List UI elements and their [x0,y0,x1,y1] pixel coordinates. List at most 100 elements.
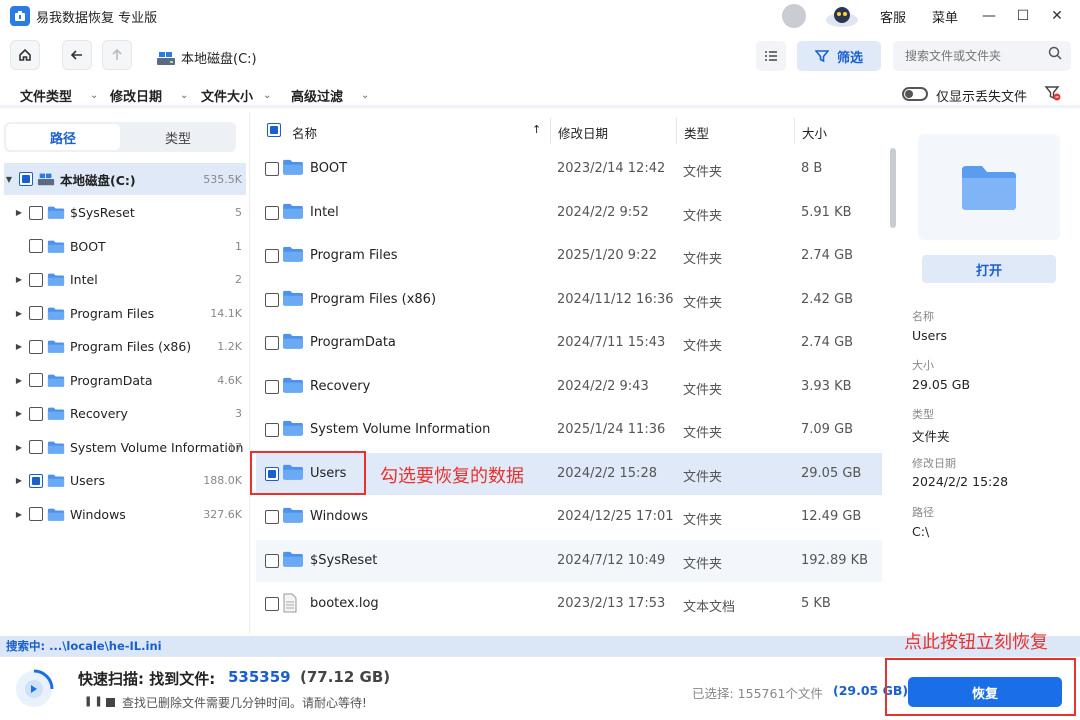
row-checkbox[interactable] [265,379,279,394]
tree-item[interactable]: ▶ $SysReset 5 [4,197,246,229]
tab-path[interactable]: 路径 [6,124,120,150]
row-date: 2023/2/14 12:42 [557,161,666,176]
detail-type-value: 文件夹 [912,429,950,444]
tree-item[interactable]: ▶ Users 188.0K [4,465,246,497]
tree-item[interactable]: ▶ Recovery 3 [4,398,246,430]
tree-item[interactable]: ▶ Program Files (x86) 1.2K [4,331,246,363]
table-row[interactable]: Program Files 2025/1/20 9:22 文件夹 2.74 GB [256,235,882,277]
mascot-icon[interactable] [822,4,862,28]
row-type: 文件夹 [683,382,723,398]
table-row[interactable]: Program Files (x86) 2024/11/12 16:36 文件夹… [256,279,882,321]
table-row[interactable]: $SysReset 2024/7/12 10:49 文件夹 192.89 KB [256,539,882,582]
search-icon[interactable] [1048,46,1062,60]
caret-right-icon[interactable]: ▶ [14,342,24,351]
tree-item[interactable]: ▶ Program Files 14.1K [4,297,246,329]
tree-item[interactable]: ▶ System Volume Information 17 [4,431,246,463]
row-checkbox[interactable] [265,336,279,350]
row-checkbox[interactable] [265,423,279,437]
home-button[interactable] [10,40,40,70]
tree-checkbox[interactable] [29,205,43,220]
row-icon [282,593,298,617]
stop-icon[interactable] [106,698,115,707]
tree-checkbox[interactable] [29,373,43,387]
filter-advanced[interactable]: 高级过滤 ⌄ [291,86,369,105]
tree-item[interactable]: ▶ Windows 327.6K [4,498,246,530]
breadcrumb[interactable]: 本地磁盘(C:) [156,48,257,67]
row-date: 2025/1/24 11:36 [557,422,666,437]
detail-name-value: Users [912,328,948,343]
pause-icon[interactable]: ❚❚ [84,696,105,707]
minimize-icon[interactable]: — [972,0,1006,32]
folder-icon [283,203,303,219]
tree-checkbox[interactable] [19,172,33,186]
table-row[interactable]: bootex.log 2023/2/13 17:53 文本文档 5 KB [256,583,882,625]
table-row[interactable]: BOOT 2023/2/14 12:42 文件夹 8 B [256,148,882,190]
tree-item[interactable]: ▶ ProgramData 4.6K [4,364,246,396]
caret-right-icon[interactable]: ▶ [14,476,24,485]
row-checkbox[interactable] [265,162,279,176]
tree-item[interactable]: ▼ 本地磁盘(C:) 535.5K [4,163,246,195]
tree-checkbox[interactable] [29,507,43,521]
table-row[interactable]: Recovery 2024/2/2 9:43 文件夹 3.93 KB [256,366,882,408]
tree-checkbox[interactable] [29,339,43,354]
view-mode-button[interactable] [756,41,786,71]
caret-right-icon[interactable]: ▶ [14,443,24,452]
caret-right-icon[interactable]: ▶ [14,309,24,318]
tree-item[interactable]: BOOT 1 [4,230,246,262]
search-input[interactable] [893,41,1071,71]
tab-type[interactable]: 类型 [122,124,234,150]
caret-right-icon[interactable]: ▶ [14,510,24,519]
list-scrollbar[interactable] [890,148,896,228]
table-row[interactable]: System Volume Information 2025/1/24 11:3… [256,409,882,451]
menu-link[interactable]: 菜单 [932,7,958,26]
maximize-icon[interactable]: ☐ [1006,0,1040,32]
filter-modified-date[interactable]: 修改日期 ⌄ [110,86,188,105]
column-divider [676,118,677,144]
tree-checkbox[interactable] [29,306,43,320]
user-avatar[interactable] [781,4,806,28]
folder-icon [283,290,303,306]
caret-right-icon[interactable]: ▶ [14,275,24,284]
select-all-checkbox[interactable] [267,123,281,137]
close-icon[interactable]: ✕ [1040,0,1074,32]
row-checkbox[interactable] [265,510,279,524]
tree-item-count: 1.2K [217,340,242,353]
tree-checkbox[interactable] [29,406,43,421]
caret-right-icon[interactable]: ▶ [14,208,24,217]
tree-checkbox[interactable] [29,440,43,454]
list-view-icon [765,51,777,61]
up-button[interactable] [102,40,132,70]
table-row[interactable]: Intel 2024/2/2 9:52 文件夹 5.91 KB [256,192,882,234]
caret-right-icon[interactable]: ▶ [14,409,24,418]
column-date[interactable]: 修改日期 [558,123,608,142]
filter-button[interactable]: 筛选 [797,41,881,71]
open-button[interactable]: 打开 [922,255,1056,283]
column-size[interactable]: 大小 [802,123,827,142]
scan-hint: 查找已删除文件需要几分钟时间。请耐心等待! [122,696,367,710]
filter-file-type[interactable]: 文件类型 ⌄ [20,86,98,105]
row-checkbox[interactable] [265,292,279,307]
row-name: System Volume Information [310,422,491,437]
caret-down-icon[interactable]: ▼ [4,175,14,184]
tree-checkbox[interactable] [29,473,43,488]
row-checkbox[interactable] [265,597,279,611]
filter-file-size[interactable]: 文件大小 ⌄ [201,86,271,105]
detail-size-label: 大小 [912,359,934,372]
customer-service-link[interactable]: 客服 [880,7,906,26]
caret-right-icon[interactable]: ▶ [14,376,24,385]
column-name[interactable]: 名称 [292,123,317,142]
row-checkbox[interactable] [265,553,279,568]
row-checkbox[interactable] [265,249,279,263]
table-row[interactable]: Windows 2024/12/25 17:01 文件夹 12.49 GB [256,496,882,538]
tree-item-label: ProgramData [70,372,153,388]
column-type[interactable]: 类型 [684,123,709,142]
filter-clear-icon[interactable] [1044,84,1062,102]
show-lost-toggle[interactable] [902,87,928,101]
tree-checkbox[interactable] [29,239,43,253]
sort-up-icon[interactable]: ↑ [532,123,541,136]
row-checkbox[interactable] [265,205,279,220]
tree-checkbox[interactable] [29,272,43,287]
tree-item[interactable]: ▶ Intel 2 [4,264,246,296]
table-row[interactable]: ProgramData 2024/7/11 15:43 文件夹 2.74 GB [256,322,882,364]
back-button[interactable] [62,40,92,70]
